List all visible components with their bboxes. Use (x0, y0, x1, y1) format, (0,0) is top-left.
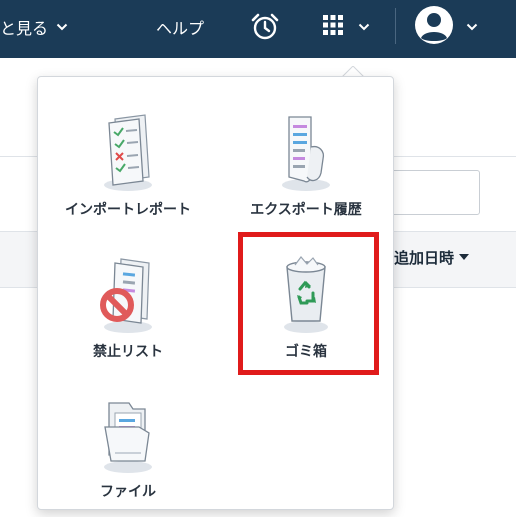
top-navigation-bar: と見る ヘルプ (0, 0, 516, 58)
menu-item-label: ゴミ箱 (285, 344, 327, 360)
nav-divider (395, 8, 396, 44)
chevron-down-icon (56, 23, 68, 31)
chevron-down-icon (466, 23, 478, 31)
menu-item-label: ファイル (100, 484, 156, 500)
block-list-icon (100, 258, 152, 333)
page: と見る ヘルプ 追加日時 インポートレポート エクスポート履歴 禁止リスト ゴミ… (0, 0, 516, 517)
apps-dropdown-menu: インポートレポート エクスポート履歴 禁止リスト ゴミ箱 ファイル (37, 76, 394, 510)
sort-by-added-date-button[interactable]: 追加日時 (394, 246, 470, 268)
menu-item-block-list[interactable]: 禁止リスト (53, 253, 203, 361)
apps-menu-button[interactable] (322, 13, 370, 41)
user-menu-button[interactable] (414, 5, 478, 49)
view-menu-label: と見る (0, 19, 49, 38)
chevron-down-icon (358, 23, 370, 31)
trash-bin-icon (284, 256, 328, 333)
search-input[interactable] (380, 170, 480, 215)
menu-item-trash[interactable]: ゴミ箱 (231, 253, 381, 361)
view-menu-button[interactable]: と見る (0, 14, 68, 40)
grid-icon (322, 14, 344, 40)
import-report-icon (104, 114, 152, 191)
export-history-icon (282, 116, 330, 191)
files-folder-icon (104, 402, 152, 473)
menu-item-export-history[interactable]: エクスポート履歴 (231, 111, 381, 219)
menu-item-label: インポートレポート (65, 202, 191, 218)
menu-item-label: エクスポート履歴 (250, 202, 362, 218)
menu-item-import-report[interactable]: インポートレポート (53, 111, 203, 219)
help-label: ヘルプ (156, 19, 205, 38)
alarm-clock-icon[interactable] (250, 12, 280, 42)
sort-label: 追加日時 (394, 248, 455, 267)
menu-item-files[interactable]: ファイル (53, 393, 203, 501)
caret-down-icon (459, 254, 470, 260)
help-link[interactable]: ヘルプ (156, 14, 204, 40)
user-avatar-icon (414, 5, 454, 49)
menu-item-label: 禁止リスト (93, 344, 163, 360)
